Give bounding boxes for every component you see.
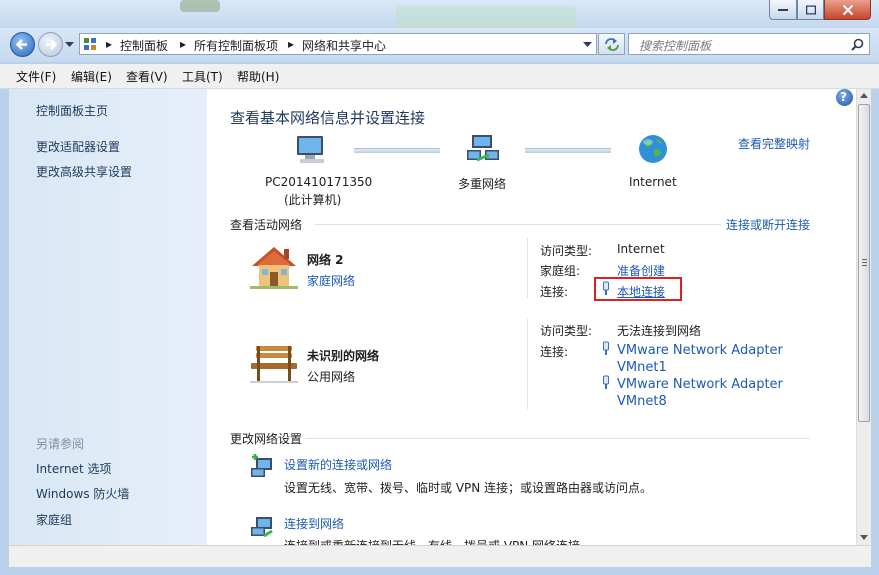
- refresh-button[interactable]: [598, 33, 625, 55]
- setup-new-connection-description: 设置无线、宽带、拨号、临时或 VPN 连接；或设置路由器或访问点。: [284, 481, 653, 495]
- home-network-icon: [250, 247, 298, 289]
- breadcrumb-control-panel[interactable]: 控制面板: [120, 37, 168, 54]
- breadcrumb-separator[interactable]: ▸: [288, 37, 294, 51]
- address-bar[interactable]: ▸ 控制面板 ▸ 所有控制面板项 ▸ 网络和共享中心: [79, 33, 597, 55]
- change-adapter-settings-link[interactable]: 更改适配器设置: [36, 138, 120, 155]
- view-full-map-link[interactable]: 查看完整映射: [738, 135, 810, 152]
- access-type-value: Internet: [617, 242, 665, 256]
- breadcrumb-all-items[interactable]: 所有控制面板项: [194, 37, 278, 54]
- search-box[interactable]: 搜索控制面板: [628, 33, 870, 55]
- connection-line: [354, 148, 440, 153]
- ethernet-connection-icon: [603, 341, 609, 355]
- vmnet1-adapter-link[interactable]: VMware Network Adapter: [617, 343, 783, 358]
- menu-edit[interactable]: 编辑(E): [71, 68, 112, 85]
- vertical-scrollbar[interactable]: [856, 89, 871, 545]
- local-connection-link[interactable]: 本地连接: [617, 283, 665, 300]
- change-advanced-sharing-link[interactable]: 更改高级共享设置: [36, 163, 132, 180]
- ethernet-connection-icon: [603, 375, 609, 389]
- internet-globe-icon: [639, 135, 667, 163]
- connect-to-network-link[interactable]: 连接到网络: [284, 515, 344, 532]
- scroll-down-arrow-icon[interactable]: [860, 535, 868, 540]
- change-settings-header: 更改网络设置: [230, 432, 303, 446]
- section-divider: [315, 224, 721, 225]
- maximize-button[interactable]: [797, 0, 824, 20]
- section-divider: [305, 438, 810, 439]
- connect-to-network-icon: [251, 517, 273, 538]
- task-pane: 控制面板主页 更改适配器设置 更改高级共享设置 另请参阅 Internet 选项…: [9, 89, 207, 545]
- menu-tools[interactable]: 工具(T): [182, 68, 223, 85]
- connections-label: 连接:: [540, 285, 569, 299]
- status-bar: [9, 545, 871, 567]
- computer-name: PC201410171350: [265, 175, 373, 189]
- forward-button[interactable]: [38, 32, 63, 57]
- title-bar: [0, 0, 879, 32]
- vmnet8-adapter-link-line2[interactable]: VMnet8: [617, 394, 667, 409]
- computer-subtitle: (此计算机): [284, 193, 342, 207]
- column-divider: [527, 319, 528, 409]
- help-button[interactable]: ?: [836, 89, 853, 106]
- internet-label: Internet: [629, 175, 677, 189]
- menu-bar: 文件(F) 编辑(E) 查看(V) 工具(T) 帮助(H): [0, 64, 879, 89]
- search-icon[interactable]: [851, 38, 864, 51]
- internet-options-link[interactable]: Internet 选项: [36, 460, 111, 477]
- maximize-icon: [805, 5, 816, 14]
- menu-file[interactable]: 文件(F): [16, 68, 56, 85]
- scroll-thumb[interactable]: [858, 104, 870, 422]
- access-type-label: 访问类型:: [540, 324, 593, 338]
- control-panel-icon: [84, 38, 96, 50]
- blurred-background: [180, 0, 220, 12]
- connect-disconnect-link[interactable]: 连接或断开连接: [726, 216, 810, 233]
- vmnet8-adapter-link[interactable]: VMware Network Adapter: [617, 377, 783, 392]
- minimize-icon: [778, 8, 788, 11]
- active-networks-header: 查看活动网络: [230, 218, 303, 232]
- network-1-type-link[interactable]: 家庭网络: [307, 272, 355, 289]
- breadcrumb-separator[interactable]: ▸: [180, 37, 186, 51]
- network-2-name: 未识别的网络: [307, 349, 380, 363]
- column-divider: [527, 238, 528, 298]
- breadcrumb-network-center[interactable]: 网络和共享中心: [302, 37, 386, 54]
- control-panel-home-link[interactable]: 控制面板主页: [36, 102, 108, 119]
- close-button[interactable]: [824, 0, 871, 20]
- help-icon: ?: [840, 90, 847, 104]
- menu-view[interactable]: 查看(V): [126, 68, 168, 85]
- vmnet1-adapter-link-line2[interactable]: VMnet1: [617, 360, 667, 375]
- forward-arrow-icon: [46, 39, 58, 50]
- homegroup-label: 家庭组:: [540, 264, 581, 278]
- computer-icon: [297, 136, 324, 163]
- close-icon: [842, 4, 853, 15]
- access-type-label: 访问类型:: [540, 244, 593, 258]
- breadcrumb-separator[interactable]: ▸: [106, 37, 112, 51]
- access-type-value: 无法连接到网络: [617, 324, 702, 338]
- back-arrow-icon: [15, 39, 27, 50]
- network-1-name: 网络 2: [307, 253, 344, 267]
- windows-firewall-link[interactable]: Windows 防火墙: [36, 485, 129, 502]
- connections-label: 连接:: [540, 345, 569, 359]
- see-also-header: 另请参阅: [36, 437, 85, 451]
- public-network-bench-icon: [250, 346, 298, 383]
- refresh-icon: [605, 38, 619, 51]
- scroll-up-arrow-icon[interactable]: [860, 93, 868, 98]
- setup-new-connection-link[interactable]: 设置新的连接或网络: [284, 456, 392, 473]
- menu-help[interactable]: 帮助(H): [237, 68, 279, 85]
- main-content: ? 查看基本网络信息并设置连接 查看完整映射 PC201410171350 (此…: [207, 89, 856, 545]
- new-connection-icon: [251, 454, 272, 477]
- multiple-networks-label: 多重网络: [458, 177, 507, 191]
- network-2-type: 公用网络: [307, 370, 356, 384]
- address-dropdown-icon[interactable]: [583, 42, 592, 48]
- minimize-button[interactable]: [769, 0, 797, 20]
- multiple-networks-icon: [467, 135, 499, 162]
- back-button[interactable]: [10, 32, 35, 57]
- ethernet-connection-icon: [603, 281, 609, 295]
- connection-line: [525, 148, 611, 153]
- page-title: 查看基本网络信息并设置连接: [230, 109, 426, 127]
- recent-pages-dropdown-icon[interactable]: [65, 42, 74, 48]
- search-input[interactable]: 搜索控制面板: [639, 37, 711, 54]
- clipped-description: 连接到或重新连接到无线、有线、拨号或 VPN 网络连接。: [284, 537, 804, 545]
- homegroup-link[interactable]: 家庭组: [36, 511, 72, 528]
- connect-to-network-description: 连接到或重新连接到无线、有线、拨号或 VPN 网络连接。: [284, 537, 592, 545]
